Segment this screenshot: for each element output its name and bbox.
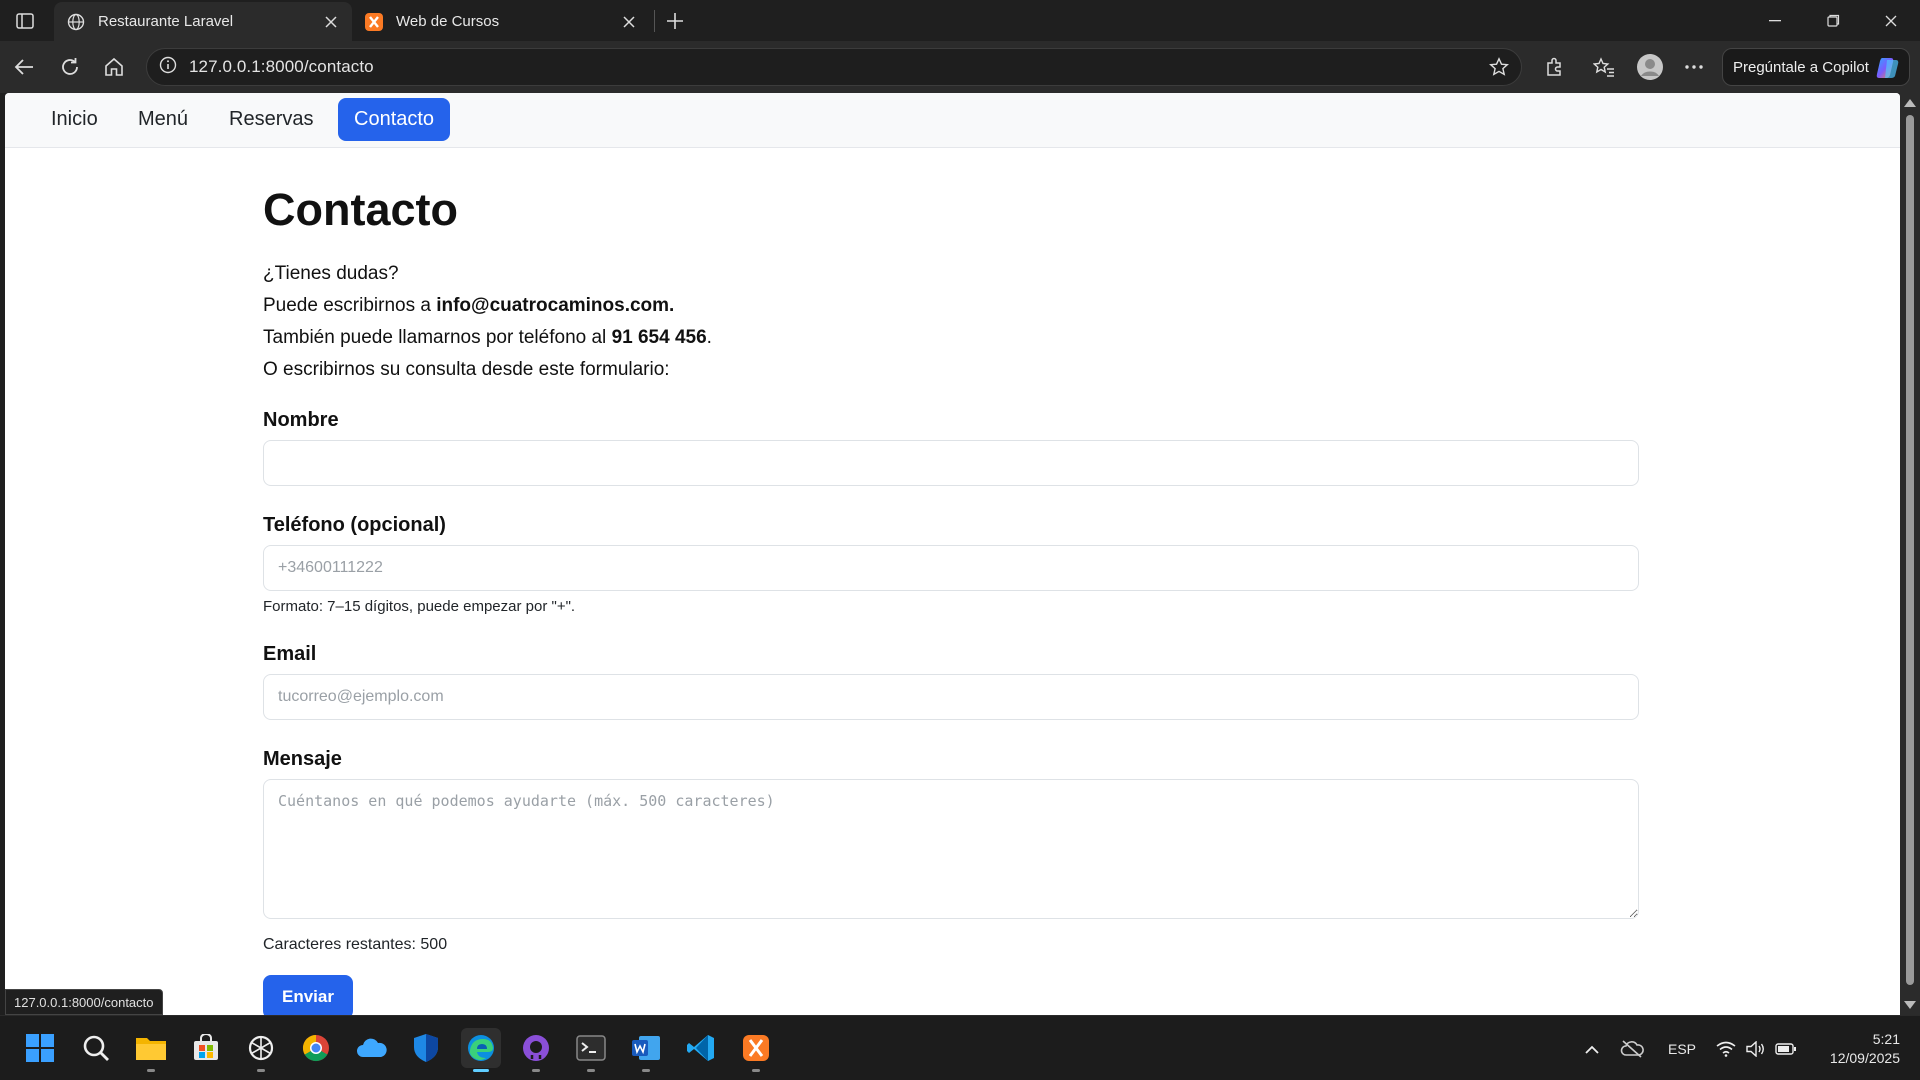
favorites-icon[interactable]: [1588, 51, 1620, 83]
email-input[interactable]: [263, 674, 1639, 720]
status-url: 127.0.0.1:8000/contacto: [5, 989, 163, 1015]
window-close-icon[interactable]: [1862, 0, 1920, 41]
phone-input[interactable]: [263, 545, 1639, 591]
more-options-icon[interactable]: [1678, 51, 1710, 83]
tab-title: Web de Cursos: [396, 13, 500, 30]
running-indicator: [587, 1069, 595, 1072]
intro-line-2: Puede escribirnos a info@cuatrocaminos.c…: [263, 290, 712, 322]
wifi-icon[interactable]: [1714, 1038, 1738, 1060]
intro-email-prefix: Puede escribirnos a: [263, 295, 437, 316]
name-label: Nombre: [263, 409, 339, 431]
store-icon[interactable]: [186, 1028, 226, 1068]
new-tab-icon[interactable]: [662, 8, 688, 34]
contact-phone: 91 654 456: [611, 327, 707, 348]
profile-avatar-icon[interactable]: [1634, 51, 1666, 83]
message-label: Mensaje: [263, 748, 342, 770]
favorite-star-icon[interactable]: [1487, 55, 1511, 79]
battery-icon[interactable]: [1774, 1038, 1798, 1060]
restore-icon[interactable]: [1804, 0, 1862, 41]
tab-web-de-cursos[interactable]: Web de Cursos: [352, 2, 650, 41]
scroll-down-icon[interactable]: [1904, 1001, 1916, 1009]
contact-intro: ¿Tienes dudas? Puede escribirnos a info@…: [263, 258, 712, 386]
intro-line-4: O escribirnos su consulta desde este for…: [263, 359, 670, 380]
phone-help-text: Formato: 7–15 dígitos, puede empezar por…: [263, 598, 576, 615]
url-text: 127.0.0.1:8000/contacto: [189, 57, 374, 76]
intro-line-1: ¿Tienes dudas?: [263, 263, 399, 284]
page-viewport: Inicio Menú Reservas Contacto Contacto ¿…: [5, 93, 1900, 1015]
word-icon[interactable]: [626, 1028, 666, 1072]
nav-link-menu[interactable]: Menú: [122, 98, 204, 141]
running-indicator: [473, 1069, 489, 1072]
edge-icon[interactable]: [461, 1028, 501, 1072]
github-desktop-icon[interactable]: [516, 1028, 556, 1072]
message-textarea[interactable]: [263, 779, 1639, 919]
search-icon[interactable]: [76, 1028, 116, 1068]
volume-icon[interactable]: [1744, 1038, 1768, 1060]
show-hidden-icons-icon[interactable]: [1580, 1038, 1604, 1060]
intro-line-3: También puede llamarnos por teléfono al …: [263, 322, 712, 354]
scroll-up-icon[interactable]: [1904, 99, 1916, 107]
defender-icon[interactable]: [406, 1028, 446, 1068]
running-indicator: [257, 1069, 265, 1072]
sidebar-toggle-icon[interactable]: [12, 10, 38, 32]
intro-phone-suffix: .: [706, 327, 712, 348]
browser-titlebar: Restaurante Laravel Web de Cursos: [0, 0, 1920, 41]
vscode-icon[interactable]: [681, 1028, 721, 1068]
back-arrow-icon[interactable]: [8, 51, 40, 83]
running-indicator: [147, 1069, 155, 1072]
onedrive-offline-icon[interactable]: [1618, 1038, 1646, 1060]
clock-date: 12/09/2025: [1829, 1050, 1900, 1066]
copilot-icon: [1875, 56, 1901, 80]
phone-label: Teléfono (opcional): [263, 514, 446, 536]
tab-divider: [654, 10, 655, 32]
terminal-icon[interactable]: [571, 1028, 611, 1072]
home-icon[interactable]: [98, 51, 130, 83]
nav-link-inicio[interactable]: Inicio: [35, 98, 114, 141]
copilot-label: Pregúntale a Copilot: [1733, 58, 1869, 76]
clock-time: 5:21: [1872, 1031, 1900, 1047]
chars-remaining-label: Caracteres restantes:: [263, 936, 421, 953]
tab-restaurante-laravel[interactable]: Restaurante Laravel: [54, 2, 352, 41]
close-icon[interactable]: [620, 13, 638, 31]
page-scrollbar[interactable]: [1900, 93, 1920, 1015]
xampp-icon: [364, 12, 384, 32]
reload-icon[interactable]: [54, 51, 86, 83]
address-bar[interactable]: 127.0.0.1:8000/contacto: [146, 48, 1522, 86]
close-icon[interactable]: [322, 13, 340, 31]
site-info-icon[interactable]: [159, 56, 177, 79]
xampp-icon[interactable]: [736, 1028, 776, 1072]
running-indicator: [532, 1069, 540, 1072]
chars-remaining-count: 500: [420, 936, 448, 953]
running-indicator: [752, 1069, 760, 1072]
windows-taskbar: ESP 5:21 12/09/2025: [0, 1015, 1920, 1080]
chars-remaining: Caracteres restantes: 500: [263, 936, 447, 954]
language-indicator[interactable]: ESP: [1662, 1038, 1702, 1060]
globe-icon: [66, 12, 86, 32]
submit-button[interactable]: Enviar: [263, 975, 353, 1015]
extensions-icon[interactable]: [1538, 51, 1570, 83]
minimize-icon[interactable]: [1746, 0, 1804, 41]
nav-link-reservas[interactable]: Reservas: [213, 98, 329, 141]
windows-start-icon[interactable]: [20, 1028, 60, 1068]
chatgpt-icon[interactable]: [241, 1028, 281, 1072]
name-input[interactable]: [263, 440, 1639, 486]
chrome-icon[interactable]: [296, 1028, 336, 1068]
browser-toolbar: 127.0.0.1:8000/contacto Pregúntale a Cop…: [0, 41, 1920, 93]
nav-link-contacto[interactable]: Contacto: [338, 98, 451, 141]
file-explorer-icon[interactable]: [131, 1028, 171, 1072]
onedrive-icon[interactable]: [351, 1028, 391, 1068]
running-indicator: [642, 1069, 650, 1072]
copilot-button[interactable]: Pregúntale a Copilot: [1722, 48, 1910, 86]
tab-title: Restaurante Laravel: [98, 13, 234, 30]
page-title: Contacto: [263, 184, 458, 235]
site-navbar: Inicio Menú Reservas Contacto: [5, 93, 1900, 148]
taskbar-clock[interactable]: 5:21 12/09/2025: [1800, 1030, 1900, 1068]
intro-phone-prefix: También puede llamarnos por teléfono al: [263, 327, 612, 348]
contact-email: info@cuatrocaminos.com.: [436, 295, 675, 316]
scrollbar-thumb[interactable]: [1906, 115, 1914, 985]
email-label: Email: [263, 643, 317, 665]
